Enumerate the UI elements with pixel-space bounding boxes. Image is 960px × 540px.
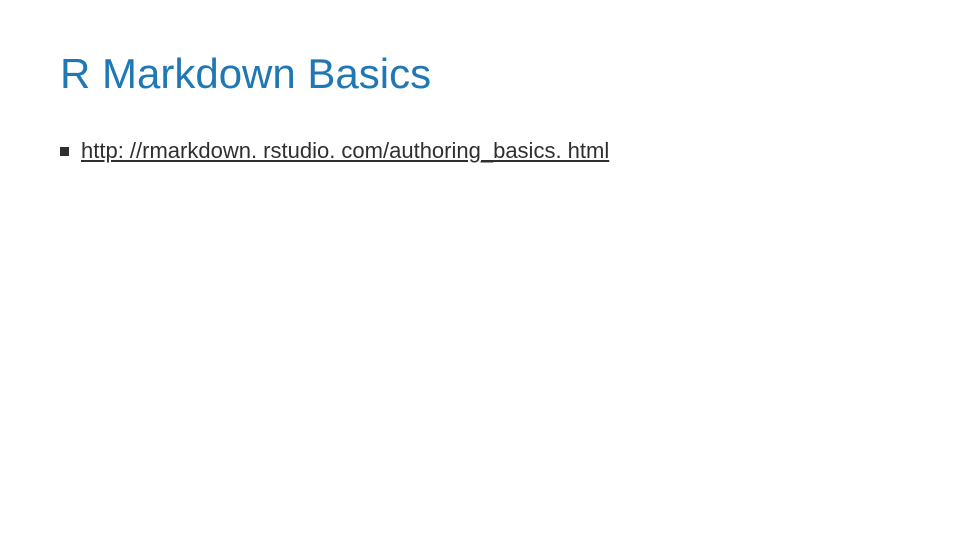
slide-title: R Markdown Basics (60, 50, 900, 98)
slide-container: R Markdown Basics http: //rmarkdown. rst… (0, 0, 960, 214)
bullet-item: http: //rmarkdown. rstudio. com/authorin… (60, 138, 900, 164)
rmarkdown-link[interactable]: http: //rmarkdown. rstudio. com/authorin… (81, 138, 609, 164)
square-bullet-icon (60, 147, 69, 156)
